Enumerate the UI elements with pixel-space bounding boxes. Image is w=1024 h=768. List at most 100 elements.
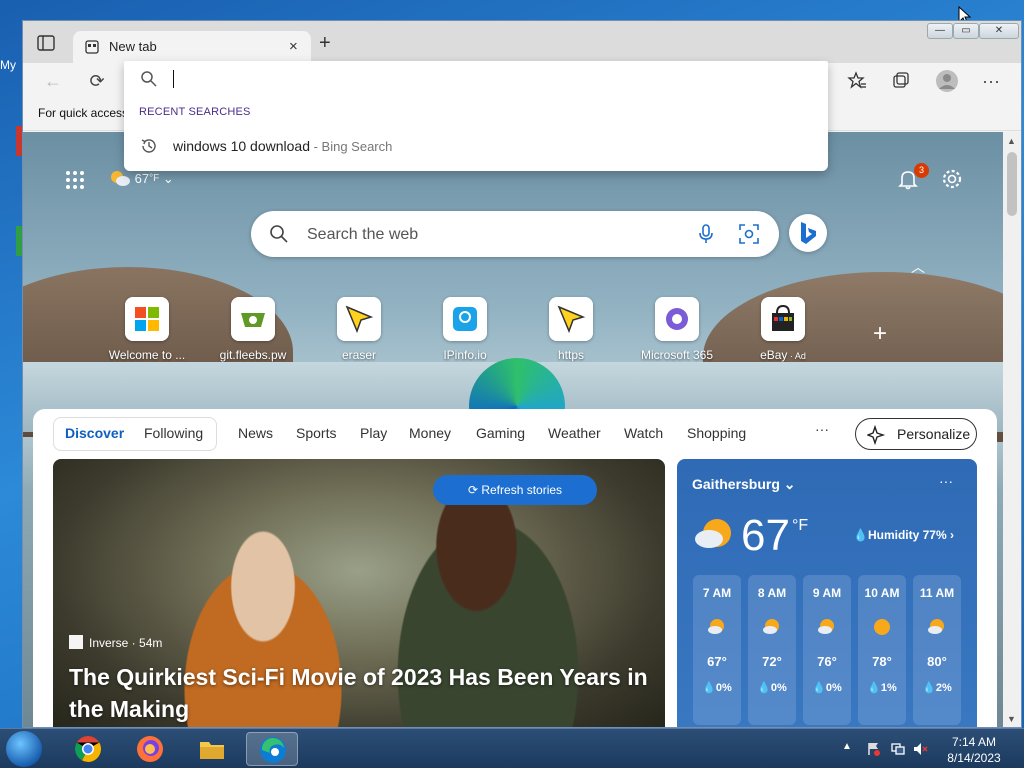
bing-chat-icon[interactable] bbox=[789, 214, 827, 252]
quick-link-tile[interactable]: Welcome to ... bbox=[97, 297, 197, 377]
web-search-box[interactable]: Search the web bbox=[251, 211, 779, 257]
quick-link-label: eBay · Ad bbox=[760, 348, 806, 362]
minimize-button[interactable]: — bbox=[927, 23, 953, 39]
feed-more-button[interactable]: ··· bbox=[815, 421, 829, 437]
taskbar-file-explorer[interactable] bbox=[186, 732, 238, 766]
apps-grid-icon[interactable] bbox=[65, 170, 85, 190]
history-icon bbox=[141, 139, 156, 153]
hero-story-card[interactable]: ⟳ Refresh stories Inverse · 54m The Quir… bbox=[53, 459, 665, 727]
news-feed: Discover Following News Sports Play Mone… bbox=[33, 409, 997, 727]
taskbar-chrome[interactable] bbox=[62, 732, 114, 766]
weather-city[interactable]: Gaithersburg ⌄ bbox=[692, 476, 796, 493]
feed-tab-gaming[interactable]: Gaming bbox=[476, 425, 525, 441]
feed-tab-weather[interactable]: Weather bbox=[548, 425, 601, 441]
gear-icon[interactable] bbox=[941, 168, 963, 190]
page-scrollbar[interactable]: ▲ ▼ bbox=[1003, 132, 1021, 727]
volume-muted-icon[interactable] bbox=[912, 741, 928, 757]
collapse-chevron-icon[interactable]: ︿ bbox=[911, 257, 925, 277]
quick-link-tile[interactable]: https bbox=[521, 297, 621, 377]
search-icon bbox=[141, 71, 157, 87]
clock-time: 7:14 AM bbox=[951, 735, 997, 749]
taskbar: ▲ 7:14 AM 8/14/2023 bbox=[0, 728, 1024, 768]
network-icon[interactable] bbox=[890, 741, 906, 757]
partly-sunny-icon bbox=[695, 519, 731, 548]
personalize-button[interactable]: Personalize bbox=[855, 418, 977, 450]
personalize-label: Personalize bbox=[897, 426, 971, 442]
weather-widget[interactable]: 67°F ⌄ bbox=[109, 169, 174, 187]
hour-temp: 76° bbox=[817, 654, 837, 669]
favorites-icon[interactable] bbox=[847, 71, 867, 91]
microphone-icon[interactable] bbox=[697, 224, 715, 244]
feed-tab-play[interactable]: Play bbox=[360, 425, 387, 441]
tab-actions-icon[interactable] bbox=[37, 35, 55, 51]
more-options-button[interactable]: ··· bbox=[981, 71, 1001, 91]
scroll-up-icon[interactable]: ▲ bbox=[1007, 136, 1016, 146]
favorites-bar-text: For quick access bbox=[38, 106, 129, 120]
tab-close-button[interactable]: × bbox=[289, 38, 298, 55]
feed-tab-watch[interactable]: Watch bbox=[624, 425, 663, 441]
partly-sunny-icon bbox=[928, 619, 944, 634]
taskbar-firefox[interactable] bbox=[124, 732, 176, 766]
chrome-icon bbox=[74, 735, 102, 762]
visual-search-icon[interactable] bbox=[739, 224, 759, 244]
hour-precip: 💧0% bbox=[702, 682, 732, 694]
recent-search-item[interactable]: windows 10 download - Bing Search bbox=[124, 131, 828, 161]
search-input[interactable]: Search the web bbox=[307, 226, 418, 244]
hour-time: 9 AM bbox=[812, 586, 842, 600]
tab-new-tab[interactable]: New tab × bbox=[73, 31, 311, 65]
chevron-down-icon: ⌄ bbox=[162, 171, 174, 186]
notification-badge: 3 bbox=[914, 163, 929, 178]
cursor-arrow-logo-icon bbox=[337, 297, 381, 341]
feed-tab-discover[interactable]: Discover bbox=[65, 425, 124, 441]
quick-link-tile[interactable]: Microsoft 365 bbox=[627, 297, 727, 377]
taskbar-edge[interactable] bbox=[246, 732, 298, 766]
refresh-button[interactable]: ⟳ bbox=[87, 71, 107, 91]
feed-tab-sports[interactable]: Sports bbox=[296, 425, 336, 441]
scroll-down-icon[interactable]: ▼ bbox=[1007, 714, 1016, 724]
quick-link-label: eraser bbox=[341, 348, 376, 362]
show-hidden-icons[interactable]: ▲ bbox=[842, 741, 852, 752]
feed-tab-following[interactable]: Following bbox=[144, 425, 203, 441]
feed-tab-news[interactable]: News bbox=[238, 425, 273, 441]
weather-more-button[interactable]: ··· bbox=[939, 473, 953, 489]
quick-link-tile[interactable]: eBay · Ad bbox=[733, 297, 833, 377]
start-button[interactable] bbox=[6, 731, 42, 767]
quick-links: Welcome to ... git.fleebs.pw eraser IPin… bbox=[97, 297, 917, 377]
quick-link-tile[interactable]: eraser bbox=[309, 297, 409, 377]
hour-precip: 💧0% bbox=[812, 682, 842, 694]
maximize-button[interactable]: ▭ bbox=[953, 23, 979, 39]
quick-link-tile[interactable]: git.fleebs.pw bbox=[203, 297, 303, 377]
shopping-bag-icon bbox=[761, 297, 805, 341]
ipinfo-logo-icon bbox=[443, 297, 487, 341]
story-headline[interactable]: The Quirkiest Sci-Fi Movie of 2023 Has B… bbox=[69, 661, 659, 725]
refresh-stories-button[interactable]: ⟳ Refresh stories bbox=[433, 475, 597, 505]
tab-title: New tab bbox=[109, 39, 157, 54]
quick-link-tile[interactable]: IPinfo.io bbox=[415, 297, 515, 377]
collections-icon[interactable] bbox=[891, 71, 911, 91]
back-button[interactable]: ← bbox=[43, 71, 63, 91]
system-clock[interactable]: 7:14 AM 8/14/2023 bbox=[930, 734, 1018, 766]
feed-tab-money[interactable]: Money bbox=[409, 425, 451, 441]
cursor-arrow-logo-icon bbox=[549, 297, 593, 341]
refresh-stories-label: Refresh stories bbox=[481, 483, 563, 497]
hour-time: 11 AM bbox=[919, 586, 955, 600]
sparkle-icon bbox=[867, 425, 886, 445]
scrollbar-thumb[interactable] bbox=[1007, 152, 1017, 216]
close-window-button[interactable]: ✕ bbox=[979, 23, 1019, 39]
add-quick-link-button[interactable]: + bbox=[873, 320, 887, 348]
story-source: Inverse · 54m bbox=[69, 635, 162, 650]
desktop-icon-label[interactable]: My bbox=[0, 58, 16, 72]
new-tab-button[interactable]: + bbox=[319, 33, 331, 53]
address-input[interactable] bbox=[173, 70, 174, 88]
quick-link-label: Microsoft 365 bbox=[640, 348, 714, 362]
temp-unit: °F bbox=[792, 517, 809, 534]
hourly-forecast: 7 AM 67° 💧0% 8 AM 72° 💧0% 9 AM 76° 💧0% 1… bbox=[693, 575, 963, 725]
weather-unit: °F bbox=[149, 173, 160, 184]
hour-forecast: 9 AM 76° 💧0% bbox=[803, 575, 851, 725]
weather-card[interactable]: Gaithersburg ⌄ ··· 67 °F 💧Humidity 77% ›… bbox=[677, 459, 977, 727]
partly-sunny-icon bbox=[818, 619, 834, 634]
action-center-flag-icon[interactable] bbox=[866, 741, 882, 757]
profile-avatar-icon[interactable] bbox=[935, 69, 959, 93]
feed-tab-shopping[interactable]: Shopping bbox=[687, 425, 746, 441]
hour-time: 10 AM bbox=[864, 586, 900, 600]
